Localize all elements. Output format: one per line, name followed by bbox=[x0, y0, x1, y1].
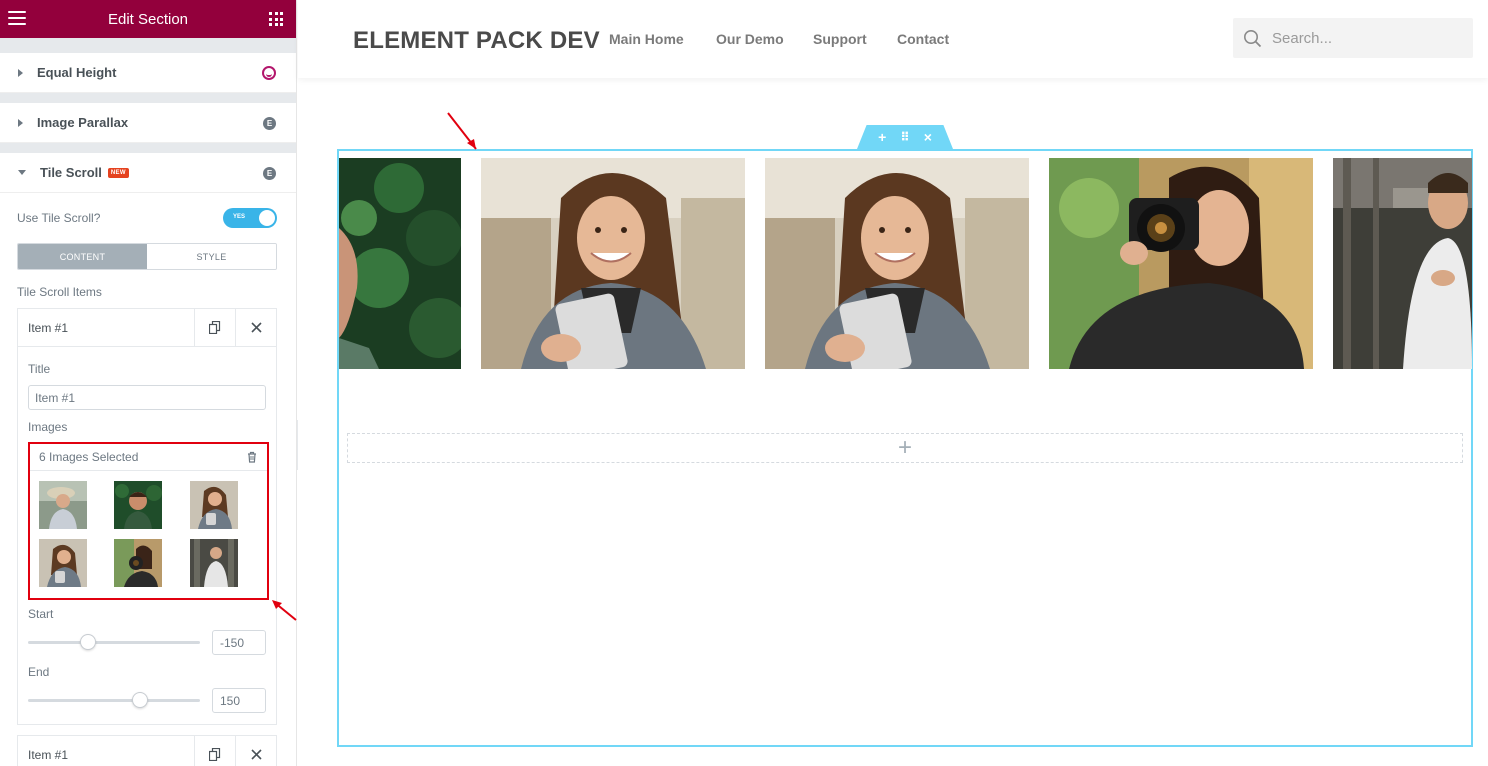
site-logo[interactable]: ELEMENT PACK DEV bbox=[353, 27, 600, 55]
repeater-item-header[interactable]: Item #1 bbox=[18, 735, 276, 766]
title-input[interactable]: Item #1 bbox=[28, 385, 266, 410]
gallery-control[interactable]: 6 Images Selected bbox=[28, 442, 269, 600]
remove-button[interactable] bbox=[235, 308, 276, 347]
gallery-header: 6 Images Selected bbox=[30, 444, 267, 471]
content-style-tabs: CONTENT STYLE bbox=[17, 243, 277, 270]
tile-image bbox=[765, 158, 1029, 369]
move-section-icon[interactable]: ⠿ bbox=[900, 131, 909, 143]
element-pack-icon: E bbox=[263, 167, 276, 180]
search-icon bbox=[1244, 29, 1262, 47]
caret-down-icon bbox=[18, 170, 26, 175]
close-icon bbox=[250, 749, 262, 760]
section-handle: + ⠿ × bbox=[857, 125, 953, 149]
nav-contact[interactable]: Contact bbox=[897, 31, 949, 47]
nav-main-home[interactable]: Main Home bbox=[609, 31, 684, 47]
title-field-label: Title bbox=[28, 362, 51, 376]
site-header: ELEMENT PACK DEV Main Home Our Demo Supp… bbox=[298, 0, 1488, 78]
section-image-parallax[interactable]: Image Parallax E bbox=[0, 103, 296, 143]
tile-scroll-toggle[interactable]: YES bbox=[223, 208, 277, 228]
panel-divider bbox=[0, 93, 296, 103]
caret-right-icon bbox=[18, 68, 23, 77]
search-placeholder: Search... bbox=[1272, 29, 1333, 47]
gallery-thumbnail[interactable] bbox=[39, 481, 87, 529]
end-slider-track[interactable] bbox=[28, 699, 200, 702]
tile-image bbox=[481, 158, 745, 369]
plus-icon: + bbox=[897, 434, 912, 461]
section-tile-scroll[interactable]: Tile Scroll NEW E bbox=[0, 153, 296, 193]
start-value-input[interactable]: -150 bbox=[212, 630, 266, 655]
search-input[interactable]: Search... bbox=[1233, 18, 1473, 58]
tile-image bbox=[339, 158, 461, 369]
toggle-text: YES bbox=[233, 214, 246, 220]
add-section-icon[interactable]: + bbox=[878, 130, 886, 144]
tile-scroll-items-label: Tile Scroll Items bbox=[17, 285, 102, 299]
gallery-thumbnail[interactable] bbox=[190, 539, 238, 587]
toggle-knob bbox=[259, 210, 275, 226]
gallery-thumbnail[interactable] bbox=[190, 481, 238, 529]
hamburger-icon[interactable] bbox=[8, 11, 26, 25]
repeater-item: Item #1 bbox=[17, 735, 277, 766]
grid-icon[interactable] bbox=[269, 12, 283, 26]
close-icon bbox=[250, 322, 262, 333]
panel-divider bbox=[0, 38, 296, 53]
gallery-thumbnail[interactable] bbox=[114, 481, 162, 529]
section-label: Equal Height bbox=[37, 65, 117, 80]
duplicate-button[interactable] bbox=[194, 735, 235, 766]
editor-panel: Edit Section Equal Height Image Parallax… bbox=[0, 0, 297, 766]
smile-icon bbox=[262, 66, 276, 80]
close-section-icon[interactable]: × bbox=[924, 130, 932, 144]
tile-image bbox=[1333, 158, 1472, 369]
repeater-item-header[interactable]: Item #1 bbox=[18, 308, 276, 347]
tile-image bbox=[1049, 158, 1313, 369]
panel-title: Edit Section bbox=[107, 10, 189, 28]
images-selected-count: 6 Images Selected bbox=[39, 450, 139, 464]
caret-right-icon bbox=[18, 118, 23, 127]
repeater-item-title: Item #1 bbox=[28, 320, 69, 335]
nav-support[interactable]: Support bbox=[813, 31, 867, 47]
nav-our-demo[interactable]: Our Demo bbox=[716, 31, 784, 47]
new-badge: NEW bbox=[107, 167, 129, 178]
duplicate-button[interactable] bbox=[194, 308, 235, 347]
start-label: Start bbox=[28, 607, 54, 621]
repeater-item-title: Item #1 bbox=[28, 747, 69, 762]
gallery-thumbnail[interactable] bbox=[39, 539, 87, 587]
section-equal-height[interactable]: Equal Height bbox=[0, 53, 296, 93]
trash-icon[interactable] bbox=[247, 451, 257, 463]
section-label: Tile Scroll bbox=[40, 165, 102, 180]
use-tile-scroll-label: Use Tile Scroll? bbox=[17, 211, 101, 225]
preview-canvas: ELEMENT PACK DEV Main Home Our Demo Supp… bbox=[298, 0, 1488, 766]
start-slider-track[interactable] bbox=[28, 641, 200, 644]
copy-icon bbox=[209, 748, 221, 761]
panel-header: Edit Section bbox=[0, 0, 296, 38]
copy-icon bbox=[209, 321, 221, 334]
end-slider-handle[interactable] bbox=[131, 692, 148, 708]
end-value-input[interactable]: 150 bbox=[212, 688, 266, 713]
panel-divider bbox=[0, 143, 296, 153]
element-pack-icon: E bbox=[263, 117, 276, 130]
add-section-zone[interactable]: + bbox=[347, 433, 1463, 463]
gallery-thumbnail[interactable] bbox=[114, 539, 162, 587]
section-label: Image Parallax bbox=[37, 115, 129, 130]
images-field-label: Images bbox=[28, 420, 68, 434]
tab-style[interactable]: STYLE bbox=[147, 244, 276, 269]
remove-button[interactable] bbox=[235, 735, 276, 766]
end-label: End bbox=[28, 665, 50, 679]
tab-content[interactable]: CONTENT bbox=[18, 244, 147, 269]
